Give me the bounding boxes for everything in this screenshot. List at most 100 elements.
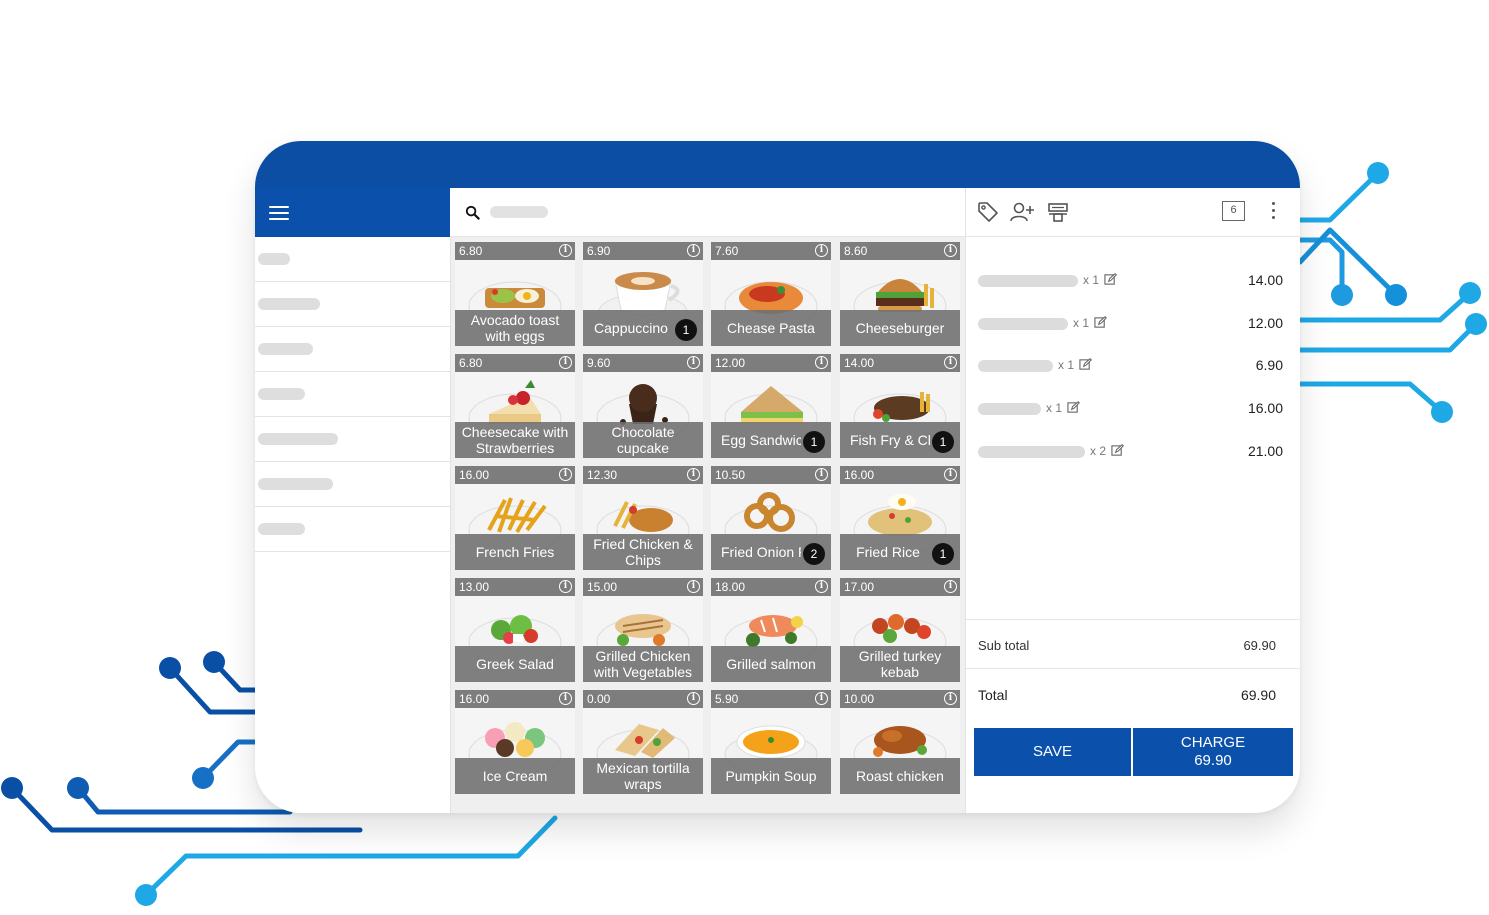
product-tile[interactable]: 10.50 i Fried Onion Rings2 [711, 466, 831, 570]
printer-icon[interactable] [1046, 200, 1070, 224]
product-price: 10.00 [844, 692, 875, 706]
product-tile[interactable]: 10.00 i Roast chicken [840, 690, 960, 794]
product-tile[interactable]: 9.60 i Chocolate cupcake [583, 354, 703, 458]
product-name: Fried Rice [856, 544, 920, 560]
product-tile[interactable]: 17.00 i Grilled turkey kebab [840, 578, 960, 682]
charge-button-amount: 69.90 [1194, 752, 1232, 769]
sidebar-item[interactable] [255, 282, 450, 327]
product-tile[interactable]: 12.00 i Egg Sandwich1 [711, 354, 831, 458]
product-name: Grilled salmon [726, 656, 816, 672]
product-tile[interactable]: 8.60 i Cheeseburger [840, 242, 960, 346]
product-tile[interactable]: 16.00 i Ice Cream [455, 690, 575, 794]
info-icon[interactable]: i [815, 580, 828, 593]
price-bar: 16.00 i [840, 466, 960, 484]
product-name: Grilled Chicken with Vegetables [593, 648, 693, 680]
info-icon[interactable]: i [559, 580, 572, 593]
more-options-icon[interactable] [1272, 202, 1276, 220]
category-sidebar [255, 237, 450, 552]
product-tile[interactable]: 16.00 i Fried Rice 1 [840, 466, 960, 570]
edit-icon[interactable] [1079, 358, 1092, 371]
product-tile[interactable]: 14.00 i Fish Fry & Chips1 [840, 354, 960, 458]
quantity-badge: 1 [932, 543, 954, 565]
product-name-bar: Avocado toast with eggs [455, 310, 575, 346]
product-tile[interactable]: 6.80 i Avocado toast with eggs [455, 242, 575, 346]
pos-tablet: 6.80 i Avocado toast with eggs 6.90 i Cappucc… [255, 141, 1300, 813]
product-name: Fried Onion Rings [721, 544, 801, 560]
product-tile[interactable]: 18.00 i Grilled salmon [711, 578, 831, 682]
price-bar: 10.50 i [711, 466, 831, 484]
search-bar[interactable] [450, 188, 965, 237]
product-name-bar: Cheeseburger [840, 310, 960, 346]
sidebar-item[interactable] [255, 462, 450, 507]
product-tile[interactable]: 16.00 i French Fries [455, 466, 575, 570]
info-icon[interactable]: i [815, 692, 828, 705]
info-icon[interactable]: i [944, 468, 957, 481]
cart-line-item[interactable]: x 1 6.90 [978, 356, 1283, 376]
cart-line-item[interactable]: x 1 14.00 [978, 271, 1283, 291]
info-icon[interactable]: i [559, 692, 572, 705]
cart-item-qty: x 2 [1090, 443, 1107, 458]
info-icon[interactable]: i [559, 356, 572, 369]
info-icon[interactable]: i [687, 468, 700, 481]
product-tile[interactable]: 12.30 i Fried Chicken & Chips [583, 466, 703, 570]
search-icon[interactable] [465, 205, 480, 220]
info-icon[interactable]: i [944, 244, 957, 257]
info-icon[interactable]: i [687, 244, 700, 257]
charge-button[interactable]: CHARGE 69.90 [1133, 728, 1293, 776]
cart-line-item[interactable]: x 1 16.00 [978, 399, 1283, 419]
order-count-badge[interactable]: 6 [1222, 201, 1245, 221]
info-icon[interactable]: i [944, 692, 957, 705]
product-tile[interactable]: 6.80 i Cheesecake with Strawberries [455, 354, 575, 458]
product-price: 10.50 [715, 468, 746, 482]
product-tile[interactable]: 6.90 i Cappuccino 1 [583, 242, 703, 346]
hamburger-menu-icon[interactable] [269, 205, 289, 220]
sidebar-item[interactable] [255, 237, 450, 282]
cart-item-name-placeholder [978, 360, 1053, 373]
info-icon[interactable]: i [687, 580, 700, 593]
product-price: 15.00 [587, 580, 618, 594]
info-icon[interactable]: i [815, 244, 828, 257]
cart-line-item[interactable]: x 1 12.00 [978, 314, 1283, 334]
edit-icon[interactable] [1094, 315, 1107, 329]
product-tile[interactable]: 0.00 i Mexican tortilla wraps [583, 690, 703, 794]
product-name: Cappuccino [594, 320, 668, 336]
product-name: Egg Sandwich [721, 432, 801, 448]
product-price: 18.00 [715, 580, 746, 594]
info-icon[interactable]: i [687, 356, 700, 369]
tag-icon[interactable] [976, 200, 1000, 224]
product-tile[interactable]: 5.90 i Pumpkin Soup [711, 690, 831, 794]
sidebar-item-placeholder [258, 388, 305, 400]
product-tile[interactable]: 15.00 i Grilled Chicken with Vegetables [583, 578, 703, 682]
info-icon[interactable]: i [944, 356, 957, 369]
product-tile[interactable]: 7.60 i Chease Pasta [711, 242, 831, 346]
info-icon[interactable]: i [815, 468, 828, 481]
add-customer-icon[interactable] [1009, 200, 1035, 224]
sidebar-item[interactable] [255, 327, 450, 372]
product-name-bar: Grilled turkey kebab [840, 646, 960, 682]
save-button[interactable]: SAVE [974, 728, 1131, 776]
price-bar: 10.00 i [840, 690, 960, 708]
edit-icon[interactable] [1111, 443, 1124, 457]
price-bar: 13.00 i [455, 578, 575, 596]
sidebar-item[interactable] [255, 372, 450, 417]
sidebar-item[interactable] [255, 417, 450, 462]
product-tile[interactable]: 13.00 i Greek Salad [455, 578, 575, 682]
price-bar: 12.00 i [711, 354, 831, 372]
info-icon[interactable]: i [559, 468, 572, 481]
sidebar-item-placeholder [258, 433, 338, 445]
edit-icon[interactable] [1104, 273, 1117, 286]
info-icon[interactable]: i [815, 356, 828, 369]
price-bar: 18.00 i [711, 578, 831, 596]
edit-icon[interactable] [1067, 401, 1080, 414]
sidebar-item-placeholder [258, 478, 333, 490]
cart-item-name-placeholder [978, 275, 1078, 287]
info-icon[interactable]: i [687, 692, 700, 705]
search-input[interactable] [490, 206, 548, 218]
quantity-badge: 1 [932, 431, 954, 453]
product-price: 5.90 [715, 692, 739, 706]
product-name-bar: French Fries [455, 534, 575, 570]
sidebar-item[interactable] [255, 507, 450, 552]
info-icon[interactable]: i [559, 244, 572, 257]
info-icon[interactable]: i [944, 580, 957, 593]
cart-line-item[interactable]: x 2 21.00 [978, 442, 1283, 462]
